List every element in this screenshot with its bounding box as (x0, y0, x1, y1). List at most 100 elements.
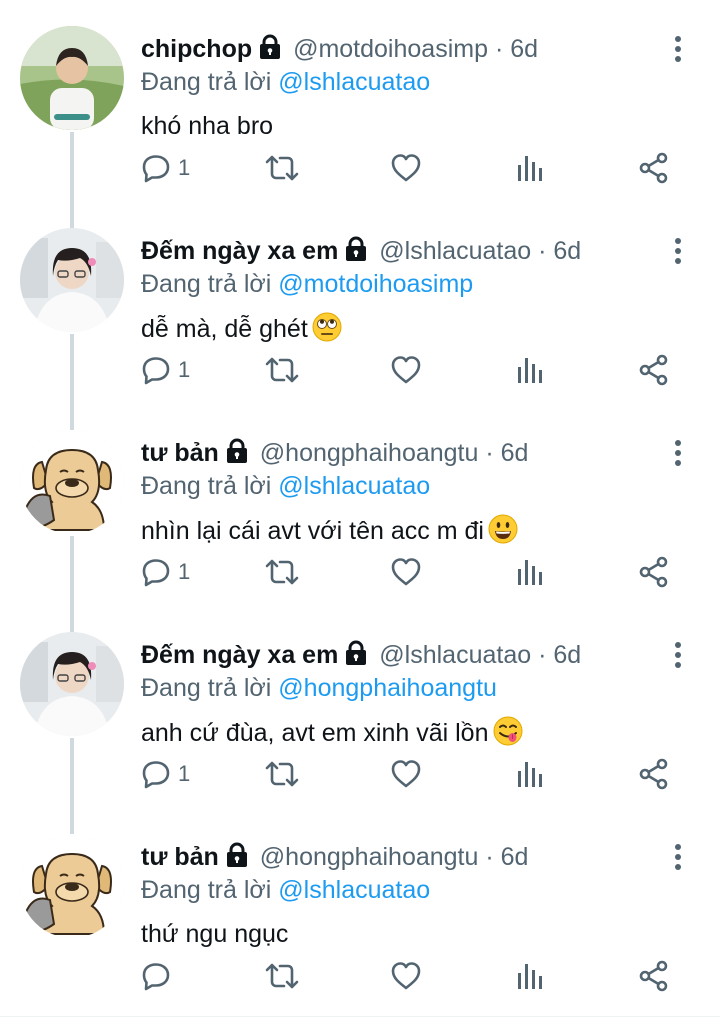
reply-button[interactable]: 1 (140, 754, 190, 794)
replying-to-label: Đang trả lời (141, 68, 272, 96)
more-options-icon[interactable] (666, 236, 690, 266)
lock-icon (258, 34, 282, 68)
share-button[interactable] (638, 754, 670, 794)
bottom-divider (0, 1016, 720, 1017)
like-button[interactable] (390, 754, 422, 794)
replying-to-label: Đang trả lời (141, 270, 272, 298)
tweet-actions (0, 956, 720, 996)
reply-mention-link[interactable]: @lshlacuatao (278, 472, 430, 500)
username-handle[interactable]: @lshlacuatao (379, 237, 531, 265)
more-options-icon[interactable] (666, 842, 690, 872)
face-with-rolling-eyes-emoji-icon (312, 312, 342, 350)
display-name[interactable]: Đếm ngày xa em (141, 237, 338, 265)
retweet-button[interactable] (264, 956, 300, 996)
like-button[interactable] (390, 148, 422, 188)
speech-bubble-icon (140, 354, 172, 386)
timestamp[interactable]: 6d (501, 843, 529, 871)
more-options-icon[interactable] (666, 34, 690, 64)
like-button[interactable] (390, 552, 422, 592)
tweet-text-content: thứ ngu ngục (141, 920, 289, 948)
views-button[interactable] (516, 754, 544, 794)
speech-bubble-icon (140, 152, 172, 184)
reply-count: 1 (178, 357, 191, 382)
reply-button[interactable] (140, 956, 178, 996)
separator-dot: · (485, 843, 494, 871)
heart-icon (390, 354, 422, 386)
retweet-button[interactable] (264, 754, 300, 794)
lock-icon (344, 236, 368, 270)
like-button[interactable] (390, 956, 422, 996)
reply-mention-link[interactable]: @hongphaihoangtu (278, 674, 497, 702)
display-name[interactable]: chipchop (141, 35, 252, 63)
reply-button[interactable]: 1 (140, 148, 190, 188)
avatar-girl-photo[interactable] (20, 228, 124, 332)
reply-count: 1 (178, 559, 191, 584)
share-icon (638, 152, 670, 184)
tweet-4[interactable]: Đếm ngày xa em @lshlacuatao · 6d Đang tr… (0, 606, 720, 836)
tweet-text-content: dễ mà, dễ ghét (141, 315, 308, 343)
reply-mention-link[interactable]: @lshlacuatao (278, 876, 430, 904)
timestamp[interactable]: 6d (510, 35, 538, 63)
reply-count: 1 (178, 761, 191, 786)
retweet-icon (264, 758, 300, 790)
replying-to-line: Đang trả lời @motdoihoasimp (141, 268, 473, 300)
bar-chart-icon (516, 758, 544, 790)
username-handle[interactable]: @hongphaihoangtu (260, 439, 479, 467)
lock-icon (225, 842, 249, 876)
tweet-2[interactable]: Đếm ngày xa em @lshlacuatao · 6d Đang tr… (0, 202, 720, 432)
views-button[interactable] (516, 350, 544, 390)
display-name[interactable]: Đếm ngày xa em (141, 641, 338, 669)
reply-button[interactable]: 1 (140, 350, 190, 390)
bar-chart-icon (516, 354, 544, 386)
bar-chart-icon (516, 556, 544, 588)
share-icon (638, 556, 670, 588)
tweet-header: chipchop @motdoihoasimp · 6d (141, 33, 658, 68)
retweet-button[interactable] (264, 148, 300, 188)
tweet-text-content: anh cứ đùa, avt em xinh vãi lồn (141, 719, 489, 747)
views-button[interactable] (516, 148, 544, 188)
tweet-header: tư bản @hongphaihoangtu · 6d (141, 437, 658, 472)
retweet-button[interactable] (264, 552, 300, 592)
avatar-dog-cartoon[interactable] (20, 834, 124, 938)
tweet-actions: 1 (0, 552, 720, 592)
more-options-icon[interactable] (666, 640, 690, 670)
views-button[interactable] (516, 552, 544, 592)
like-button[interactable] (390, 350, 422, 390)
tweet-3[interactable]: tư bản @hongphaihoangtu · 6d Đang trả lờ… (0, 404, 720, 634)
reply-mention-link[interactable]: @motdoihoasimp (278, 270, 473, 298)
tweet-5[interactable]: tư bản @hongphaihoangtu · 6d Đang trả lờ… (0, 808, 720, 1010)
share-icon (638, 960, 670, 992)
share-button[interactable] (638, 956, 670, 996)
timestamp[interactable]: 6d (501, 439, 529, 467)
lock-icon (344, 640, 368, 674)
retweet-icon (264, 354, 300, 386)
heart-icon (390, 152, 422, 184)
avatar-boy-photo[interactable] (20, 26, 124, 130)
share-button[interactable] (638, 552, 670, 592)
avatar-girl-photo[interactable] (20, 632, 124, 736)
bar-chart-icon (516, 152, 544, 184)
share-button[interactable] (638, 148, 670, 188)
tweet-text: khó nha bro (141, 110, 273, 142)
tweet-1[interactable]: chipchop @motdoihoasimp · 6d Đang trả lờ… (0, 0, 720, 230)
username-handle[interactable]: @hongphaihoangtu (260, 843, 479, 871)
username-handle[interactable]: @motdoihoasimp (293, 35, 488, 63)
display-name[interactable]: tư bản (141, 439, 219, 467)
timestamp[interactable]: 6d (553, 641, 581, 669)
share-button[interactable] (638, 350, 670, 390)
timestamp[interactable]: 6d (553, 237, 581, 265)
avatar-dog-cartoon[interactable] (20, 430, 124, 534)
more-options-icon[interactable] (666, 438, 690, 468)
username-handle[interactable]: @lshlacuatao (379, 641, 531, 669)
tweet-header: Đếm ngày xa em @lshlacuatao · 6d (141, 235, 658, 270)
replying-to-label: Đang trả lời (141, 472, 272, 500)
views-button[interactable] (516, 956, 544, 996)
reply-mention-link[interactable]: @lshlacuatao (278, 68, 430, 96)
display-name[interactable]: tư bản (141, 843, 219, 871)
tweet-actions: 1 (0, 148, 720, 188)
share-icon (638, 354, 670, 386)
bar-chart-icon (516, 960, 544, 992)
separator-dot: · (538, 237, 547, 265)
reply-button[interactable]: 1 (140, 552, 190, 592)
retweet-button[interactable] (264, 350, 300, 390)
